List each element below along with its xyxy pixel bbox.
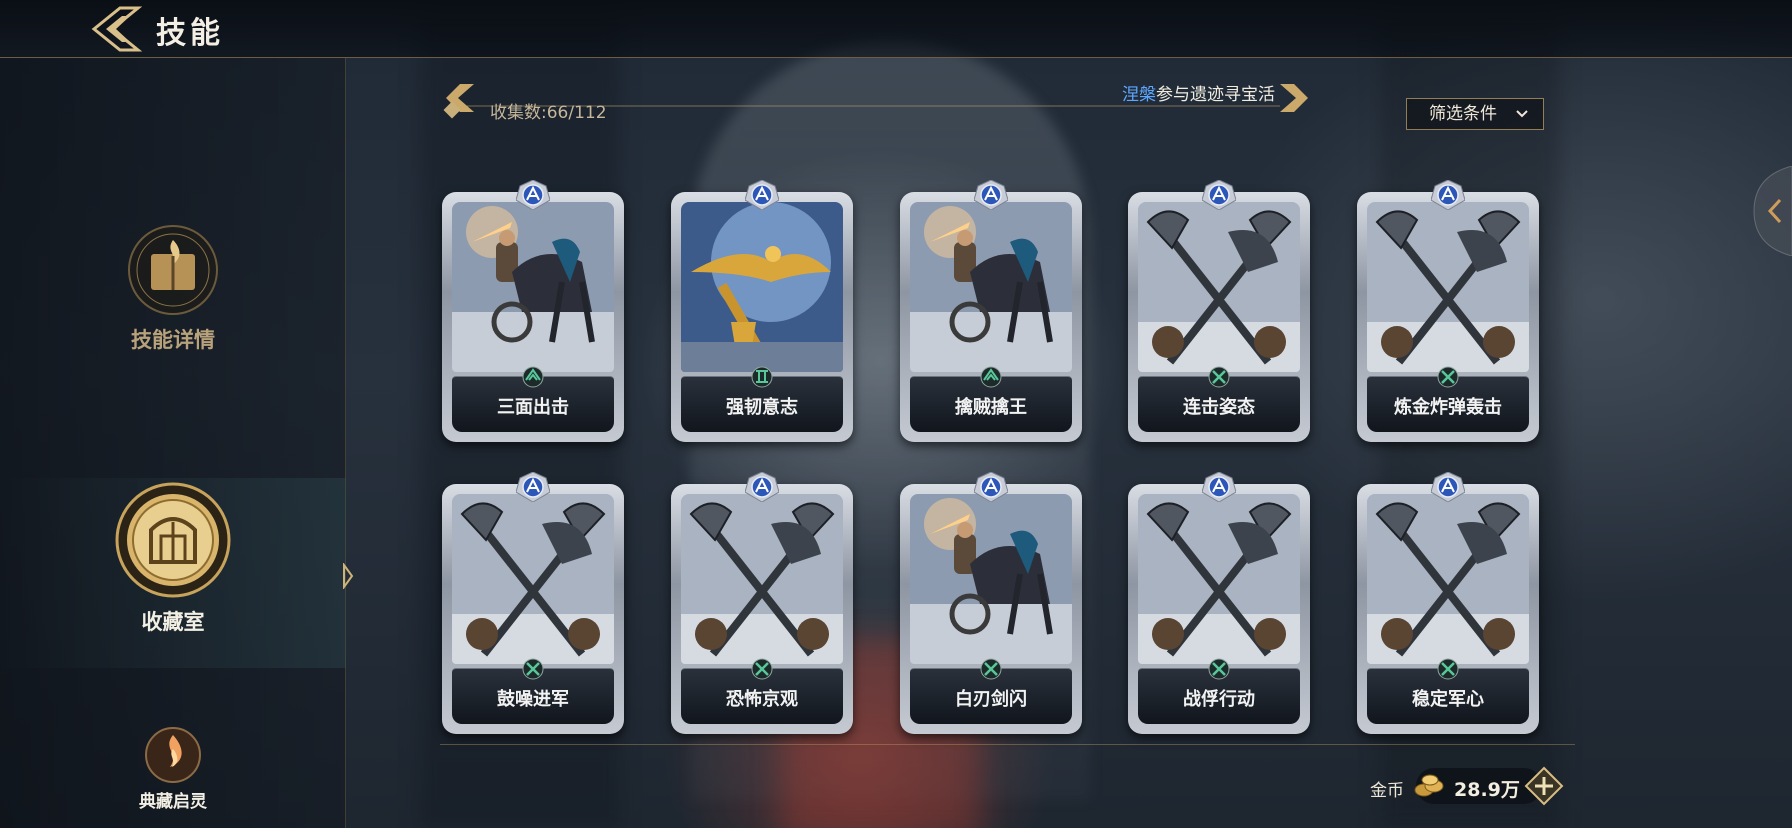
- card-name: 战俘行动: [1183, 689, 1255, 710]
- skill-card[interactable]: 三面出击: [442, 180, 624, 442]
- sidebar-item-collection-room[interactable]: 收藏室: [0, 478, 354, 668]
- crossed-weapons-icon: [980, 658, 1002, 680]
- rarity-badge-icon: [1431, 472, 1465, 502]
- back-button[interactable]: [86, 4, 146, 54]
- rarity-badge-icon: [1202, 472, 1236, 502]
- filter-label: 筛选条件: [1429, 104, 1497, 124]
- sidebar-item-label: 典藏启灵: [139, 792, 207, 812]
- active-indicator-icon: [343, 563, 354, 589]
- chevron-down-icon: [1515, 99, 1529, 139]
- skill-card[interactable]: 白刃剑闪: [900, 472, 1082, 734]
- card-art-axes: [1367, 202, 1529, 372]
- spirit-flame-emblem-icon: [145, 727, 201, 783]
- rarity-badge-icon: [745, 472, 779, 502]
- skill-card[interactable]: 炼金炸弹轰击: [1357, 180, 1539, 442]
- card-art-chariot: [910, 202, 1072, 372]
- rank-emblem-icon: [980, 366, 1002, 388]
- book-flame-emblem-icon: [128, 225, 218, 315]
- rarity-badge-icon: [1202, 180, 1236, 210]
- divider: [440, 744, 1575, 745]
- card-name: 连击姿态: [1183, 397, 1255, 418]
- card-name: 鼓噪进军: [497, 689, 569, 710]
- card-art-axes: [681, 494, 843, 664]
- crossed-weapons-icon: [1437, 658, 1459, 680]
- add-currency-button[interactable]: [1524, 766, 1564, 806]
- currency-amount: 28.9万: [1454, 779, 1520, 801]
- card-name: 恐怖京观: [726, 689, 798, 710]
- card-name: 擒贼擒王: [955, 397, 1027, 418]
- expand-panel-button[interactable]: [1752, 166, 1792, 256]
- card-art-axes: [1138, 494, 1300, 664]
- card-art-eagle-standard: [681, 202, 843, 372]
- rarity-badge-icon: [974, 180, 1008, 210]
- skill-card[interactable]: 擒贼擒王: [900, 180, 1082, 442]
- skill-card[interactable]: 战俘行动: [1128, 472, 1310, 734]
- skill-card[interactable]: 连击姿态: [1128, 180, 1310, 442]
- marquee-text: 参与遗迹寻宝活: [1156, 85, 1275, 105]
- sidebar-item-skill-details[interactable]: 技能详情: [0, 218, 346, 358]
- crossed-weapons-icon: [751, 658, 773, 680]
- card-art-axes: [1367, 494, 1529, 664]
- sidebar: 技能详情 收藏室 典藏启灵: [0, 58, 354, 828]
- skill-card[interactable]: 恐怖京观: [671, 472, 853, 734]
- card-name: 炼金炸弹轰击: [1394, 397, 1502, 418]
- back-arrow-icon: [91, 6, 143, 52]
- card-art-axes: [452, 494, 614, 664]
- currency-label: 金币: [1370, 781, 1404, 801]
- collection-count: 收集数:66/112: [490, 103, 607, 123]
- gold-coins-icon: [1414, 774, 1444, 797]
- skill-card[interactable]: 鼓噪进军: [442, 472, 624, 734]
- crossed-weapons-icon: [1208, 366, 1230, 388]
- pillar-emblem-icon: [751, 366, 773, 388]
- page-title: 技能: [156, 16, 224, 51]
- crossed-weapons-icon: [522, 658, 544, 680]
- rarity-badge-icon: [1431, 180, 1465, 210]
- card-name: 三面出击: [497, 397, 569, 418]
- card-art-chariot: [452, 202, 614, 372]
- rank-emblem-icon: [522, 366, 544, 388]
- filter-dropdown[interactable]: 筛选条件: [1406, 98, 1544, 130]
- card-name: 白刃剑闪: [955, 689, 1027, 710]
- card-art-axes: [1138, 202, 1300, 372]
- announcement-marquee: 涅槃参与遗迹寻宝活: [1122, 80, 1302, 105]
- top-bar: 技能: [0, 0, 1792, 58]
- gallery-gate-emblem-icon: [115, 482, 231, 598]
- rarity-badge-icon: [745, 180, 779, 210]
- crossed-weapons-icon: [1437, 366, 1459, 388]
- marquee-highlight: 涅槃: [1122, 85, 1156, 105]
- skill-card[interactable]: 稳定军心: [1357, 472, 1539, 734]
- card-art-chariot: [910, 494, 1072, 664]
- sidebar-item-label: 收藏室: [141, 610, 205, 634]
- rarity-badge-icon: [516, 472, 550, 502]
- crossed-weapons-icon: [1208, 658, 1230, 680]
- sidebar-item-label: 技能详情: [131, 328, 215, 352]
- card-name: 强韧意志: [726, 397, 798, 418]
- sidebar-item-archive-awaken[interactable]: 典藏启灵: [0, 723, 346, 823]
- skill-card[interactable]: 强韧意志: [671, 180, 853, 442]
- card-name: 稳定军心: [1412, 689, 1484, 710]
- rarity-badge-icon: [974, 472, 1008, 502]
- rarity-badge-icon: [516, 180, 550, 210]
